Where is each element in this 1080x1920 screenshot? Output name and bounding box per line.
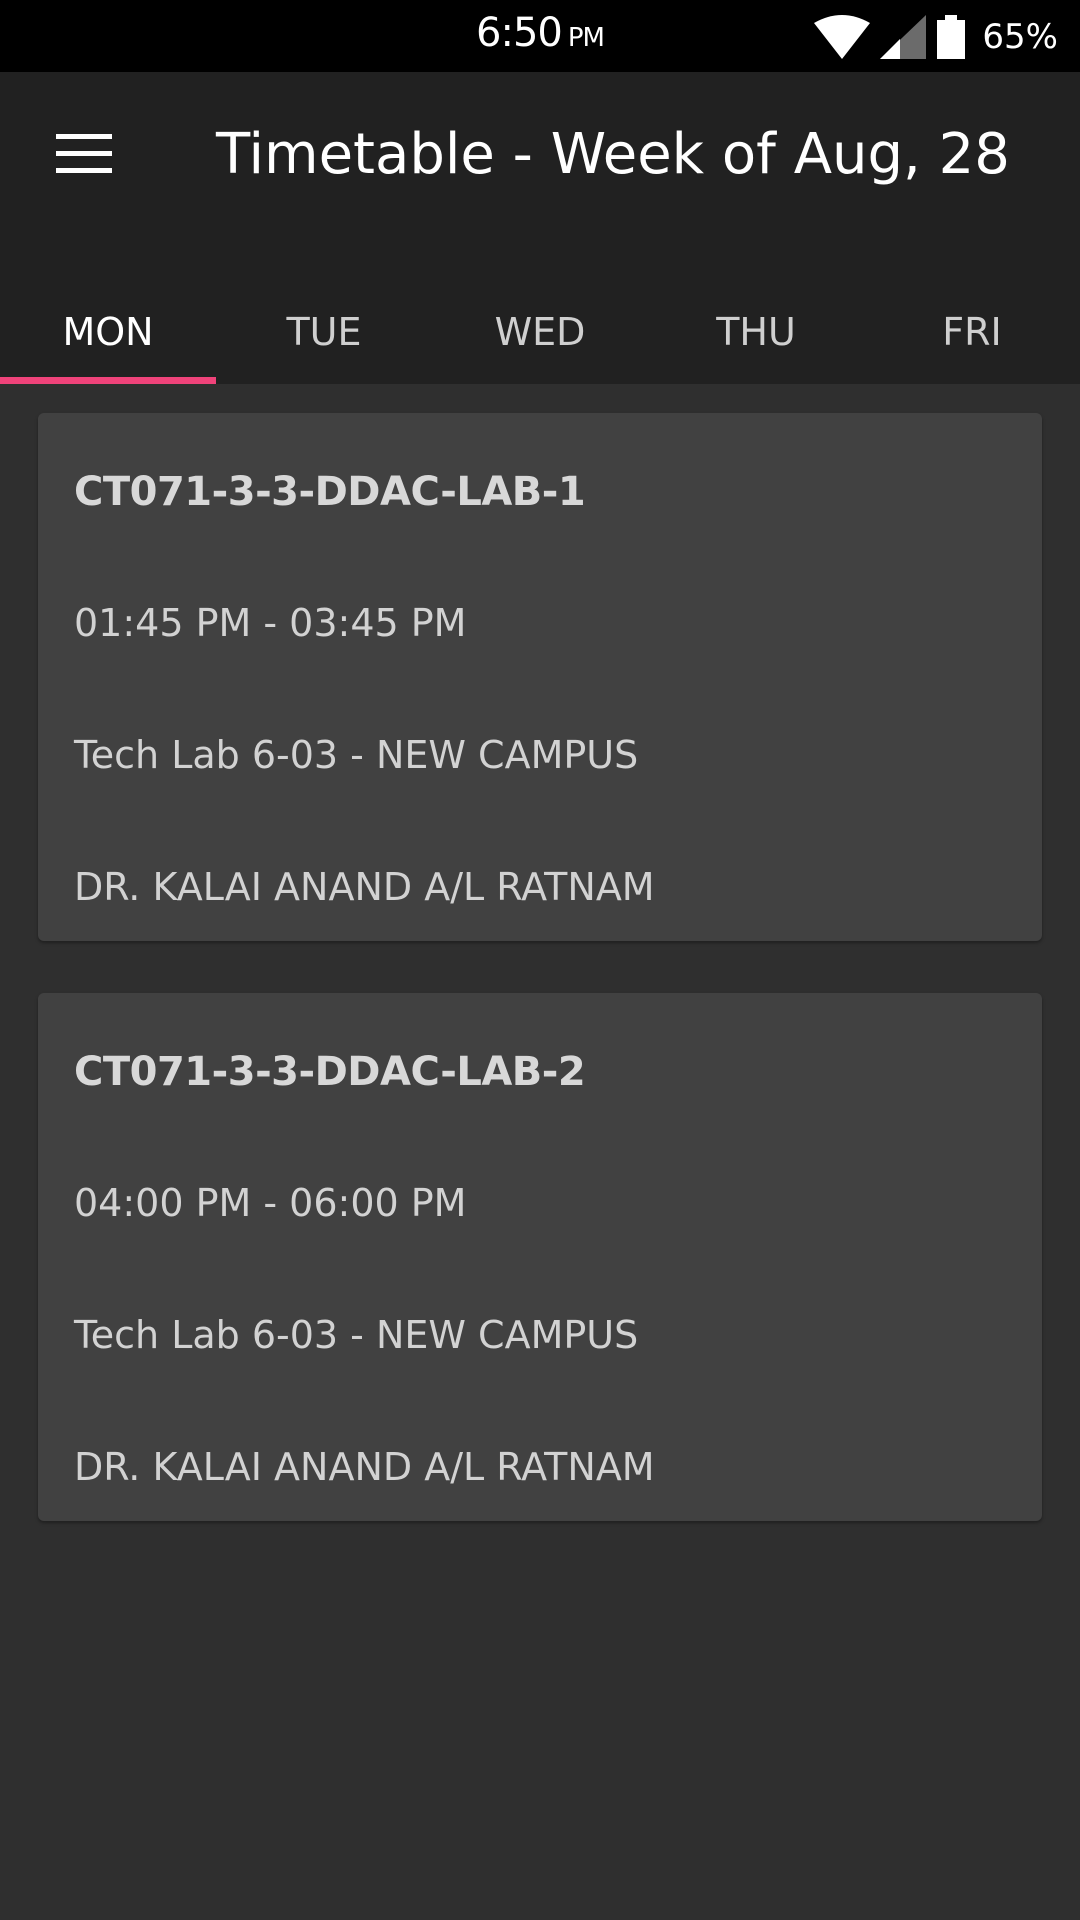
class-code: CT071-3-3-DDAC-LAB-1: [74, 469, 586, 515]
class-time: 04:00 PM - 06:00 PM: [74, 1181, 467, 1225]
timetable-list: CT071-3-3-DDAC-LAB-1 01:45 PM - 03:45 PM…: [0, 384, 1080, 1920]
tab-fri[interactable]: FRI: [864, 280, 1080, 384]
app-bar: Timetable - Week of Aug, 28 MON TUE WED …: [0, 72, 1080, 384]
class-room: Tech Lab 6-03 - NEW CAMPUS: [74, 733, 639, 777]
class-room: Tech Lab 6-03 - NEW CAMPUS: [74, 1313, 639, 1357]
tab-label: WED: [494, 310, 586, 354]
menu-button[interactable]: [40, 120, 128, 192]
class-card[interactable]: CT071-3-3-DDAC-LAB-2 04:00 PM - 06:00 PM…: [38, 993, 1042, 1521]
class-lecturer: DR. KALAI ANAND A/L RATNAM: [74, 1445, 655, 1489]
page-title: Timetable - Week of Aug, 28: [216, 122, 1010, 187]
battery-icon: [936, 15, 966, 59]
day-tabs: MON TUE WED THU FRI: [0, 280, 1080, 384]
tab-thu[interactable]: THU: [648, 280, 864, 384]
class-lecturer: DR. KALAI ANAND A/L RATNAM: [74, 865, 655, 909]
tab-label: THU: [716, 310, 796, 354]
tab-mon[interactable]: MON: [0, 280, 216, 384]
status-icons: 65%: [814, 12, 1058, 62]
class-code: CT071-3-3-DDAC-LAB-2: [74, 1049, 586, 1095]
cellular-signal-icon: [880, 15, 927, 59]
tab-wed[interactable]: WED: [432, 280, 648, 384]
class-card[interactable]: CT071-3-3-DDAC-LAB-1 01:45 PM - 03:45 PM…: [38, 413, 1042, 941]
tab-tue[interactable]: TUE: [216, 280, 432, 384]
tab-label: MON: [62, 310, 154, 354]
tab-active-indicator: [0, 377, 216, 384]
status-time-ampm: PM: [567, 23, 605, 53]
class-time: 01:45 PM - 03:45 PM: [74, 601, 467, 645]
status-bar: 6:50 PM 65%: [0, 0, 1080, 72]
battery-percent: 65%: [982, 17, 1058, 57]
hamburger-menu-icon: [56, 134, 112, 178]
status-time-value: 6:50: [476, 10, 563, 56]
tab-label: FRI: [942, 310, 1002, 354]
wifi-icon: [814, 15, 871, 59]
tab-label: TUE: [286, 310, 362, 354]
